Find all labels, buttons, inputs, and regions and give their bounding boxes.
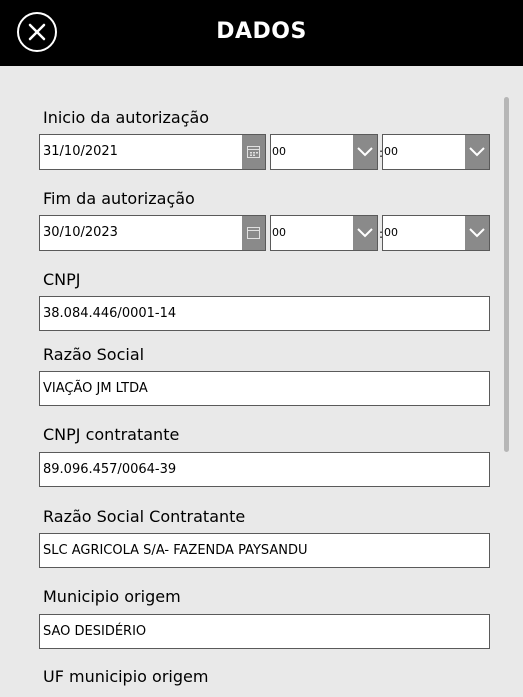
inicio-label: Inicio da autorização bbox=[43, 108, 210, 127]
inicio-hour-value: 00 bbox=[272, 145, 286, 158]
scrollbar-thumb[interactable] bbox=[504, 97, 509, 452]
razao-social-label: Razão Social bbox=[43, 345, 145, 364]
chevron-down-icon bbox=[357, 147, 373, 157]
cnpj-field[interactable]: 38.084.446/0001-14 bbox=[39, 296, 490, 331]
inicio-date-value: 31/10/2021 bbox=[43, 144, 118, 159]
header-bar: DADOS bbox=[0, 0, 523, 66]
fim-calendar-button[interactable] bbox=[242, 216, 265, 250]
fim-minute-dropdown-button[interactable] bbox=[465, 216, 489, 250]
fim-date-value: 30/10/2023 bbox=[43, 225, 118, 240]
chevron-down-icon bbox=[469, 147, 485, 157]
fim-hour-select[interactable]: 00 bbox=[270, 215, 378, 251]
inicio-hour-select[interactable]: 00 bbox=[270, 134, 378, 170]
page-title: DADOS bbox=[216, 19, 307, 44]
chevron-down-icon bbox=[357, 228, 373, 238]
razao-social-contratante-label: Razão Social Contratante bbox=[43, 507, 246, 526]
municipio-origem-field[interactable]: SAO DESIDÉRIO bbox=[39, 614, 490, 649]
calendar-icon bbox=[247, 227, 260, 239]
chevron-down-icon bbox=[469, 228, 485, 238]
calendar-icon bbox=[247, 146, 260, 158]
inicio-minute-select[interactable]: 00 bbox=[382, 134, 490, 170]
fim-label: Fim da autorização bbox=[43, 189, 195, 208]
razao-social-contratante-field[interactable]: SLC AGRICOLA S/A- FAZENDA PAYSANDU bbox=[39, 533, 490, 568]
cnpj-contratante-field[interactable]: 89.096.457/0064-39 bbox=[39, 452, 490, 487]
fim-hour-value: 00 bbox=[272, 226, 286, 239]
fim-hour-dropdown-button[interactable] bbox=[353, 216, 377, 250]
inicio-hour-dropdown-button[interactable] bbox=[353, 135, 377, 169]
inicio-date-field[interactable]: 31/10/2021 bbox=[39, 134, 266, 170]
inicio-calendar-button[interactable] bbox=[242, 135, 265, 169]
uf-municipio-origem-label: UF municipio origem bbox=[43, 667, 209, 686]
municipio-origem-label: Municipio origem bbox=[43, 587, 181, 606]
fim-date-field[interactable]: 30/10/2023 bbox=[39, 215, 266, 251]
fim-minute-value: 00 bbox=[384, 226, 398, 239]
cnpj-label: CNPJ bbox=[43, 270, 81, 289]
fim-minute-select[interactable]: 00 bbox=[382, 215, 490, 251]
inicio-minute-value: 00 bbox=[384, 145, 398, 158]
inicio-minute-dropdown-button[interactable] bbox=[465, 135, 489, 169]
razao-social-field[interactable]: VIAÇÃO JM LTDA bbox=[39, 371, 490, 406]
cnpj-contratante-label: CNPJ contratante bbox=[43, 425, 180, 444]
